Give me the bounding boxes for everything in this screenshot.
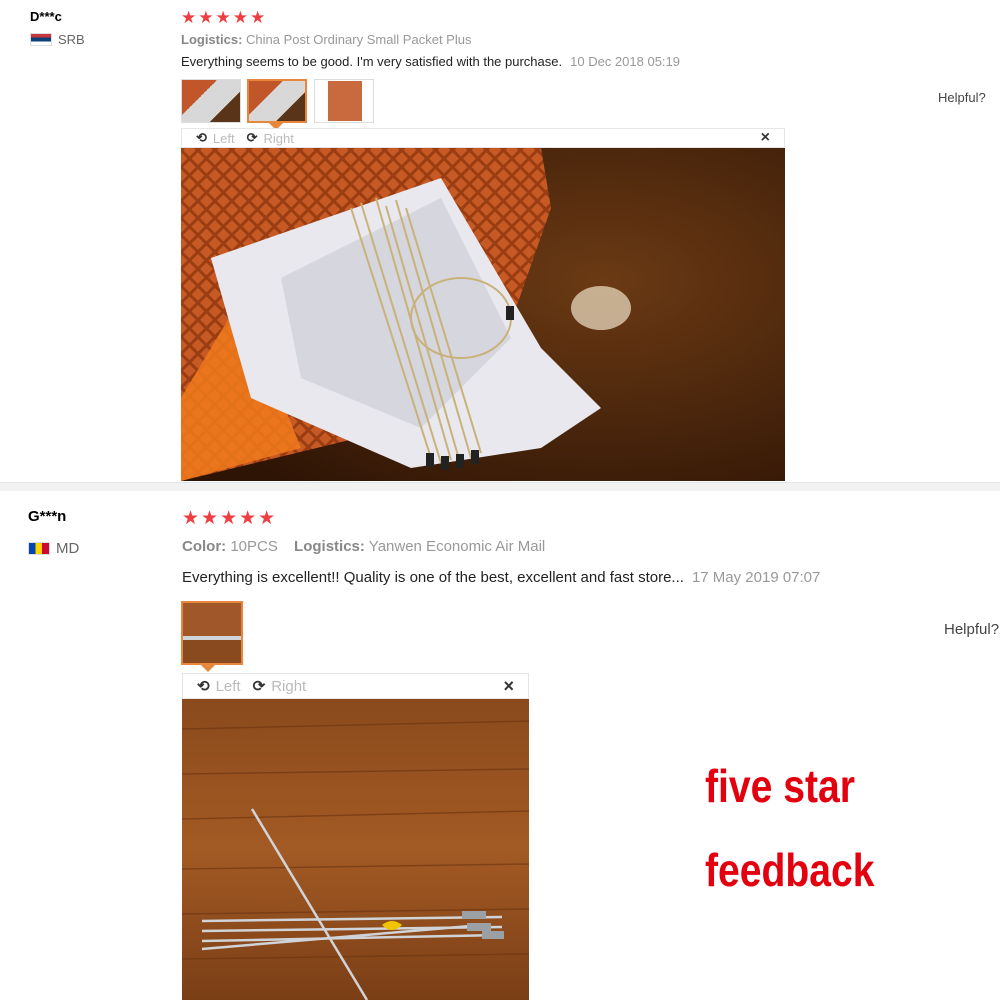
rotate-left-label: Left bbox=[215, 677, 241, 695]
rotate-right-label: Right bbox=[271, 677, 307, 695]
photo-thumbnail-selected[interactable] bbox=[181, 601, 243, 665]
helpful-link[interactable]: Helpful? bbox=[944, 621, 999, 638]
rotate-right-label: Right bbox=[263, 130, 294, 146]
rotate-left-icon: ⟲ bbox=[197, 678, 210, 695]
star-rating: ★★★★★ bbox=[182, 508, 278, 529]
reviewer-name: G***n bbox=[28, 508, 67, 525]
close-viewer-button[interactable]: × bbox=[503, 676, 514, 697]
helpful-link[interactable]: Helpful? bbox=[938, 90, 986, 105]
color-label: Color: bbox=[182, 538, 227, 555]
star-rating: ★★★★★ bbox=[181, 8, 268, 27]
country-code: SRB bbox=[58, 32, 85, 47]
image-viewer-toolbar: ⟲ Left ⟳ Right × bbox=[181, 128, 785, 148]
rotate-left-label: Left bbox=[212, 130, 235, 146]
color-value: 10PCS bbox=[230, 538, 278, 555]
photo-wire-keychains-on-package bbox=[181, 148, 785, 481]
logistics-label: Logistics: bbox=[181, 32, 243, 47]
rotate-left-button[interactable]: ⟲ Left bbox=[196, 130, 235, 146]
review-photo-large bbox=[182, 699, 529, 1000]
rotate-right-icon: ⟳ bbox=[246, 130, 258, 145]
promo-text-line1: five star bbox=[705, 760, 855, 812]
feedback-text-row: Everything is excellent!! Quality is one… bbox=[182, 569, 820, 586]
review-card: G***n MD ★★★★★ Color: 10PCS Logistics: Y… bbox=[0, 491, 1000, 1000]
country-code: MD bbox=[56, 540, 80, 557]
order-info: Color: 10PCS Logistics: Yanwen Economic … bbox=[182, 538, 545, 555]
feedback-text: Everything is excellent!! Quality is one… bbox=[182, 569, 684, 586]
logistics-label: Logistics: bbox=[294, 538, 365, 555]
rotate-right-icon: ⟳ bbox=[252, 678, 266, 695]
photo-thumbnail-selected[interactable] bbox=[247, 79, 307, 123]
rotate-left-icon: ⟲ bbox=[196, 130, 207, 145]
rotate-right-button[interactable]: ⟳ Right bbox=[247, 130, 294, 146]
reviewer-country: SRB bbox=[30, 32, 85, 47]
feedback-text: Everything seems to be good. I'm very sa… bbox=[181, 54, 563, 69]
feedback-text-row: Everything seems to be good. I'm very sa… bbox=[181, 54, 680, 69]
review-date: 10 Dec 2018 05:19 bbox=[570, 54, 680, 69]
serbia-flag-icon bbox=[30, 33, 52, 46]
logistics-value: Yanwen Economic Air Mail bbox=[368, 538, 546, 555]
review-card: D***c SRB ★★★★★ Logistics: China Post Or… bbox=[0, 0, 1000, 482]
thumbnail-pointer-icon bbox=[201, 665, 215, 672]
review-date: 17 May 2019 07:07 bbox=[691, 569, 821, 586]
order-info: Logistics: China Post Ordinary Small Pac… bbox=[181, 32, 471, 47]
rotate-left-button[interactable]: ⟲ Left bbox=[197, 677, 241, 696]
photo-thumbnail[interactable] bbox=[314, 79, 374, 123]
photo-wire-keychains-on-wood bbox=[182, 699, 529, 1000]
thumbnail-image bbox=[328, 81, 362, 121]
review-photo-large bbox=[181, 148, 785, 481]
photo-thumbnail[interactable] bbox=[181, 79, 241, 123]
logistics-value: China Post Ordinary Small Packet Plus bbox=[246, 32, 472, 47]
moldova-flag-icon bbox=[28, 542, 50, 555]
image-viewer-toolbar: ⟲ Left ⟳ Right × bbox=[182, 673, 529, 699]
reviewer-country: MD bbox=[28, 540, 79, 557]
promo-text-line2: feedback bbox=[705, 844, 875, 896]
reviewer-name: D***c bbox=[30, 9, 62, 24]
close-viewer-button[interactable]: × bbox=[761, 129, 770, 147]
rotate-right-button[interactable]: ⟳ Right bbox=[252, 677, 307, 696]
